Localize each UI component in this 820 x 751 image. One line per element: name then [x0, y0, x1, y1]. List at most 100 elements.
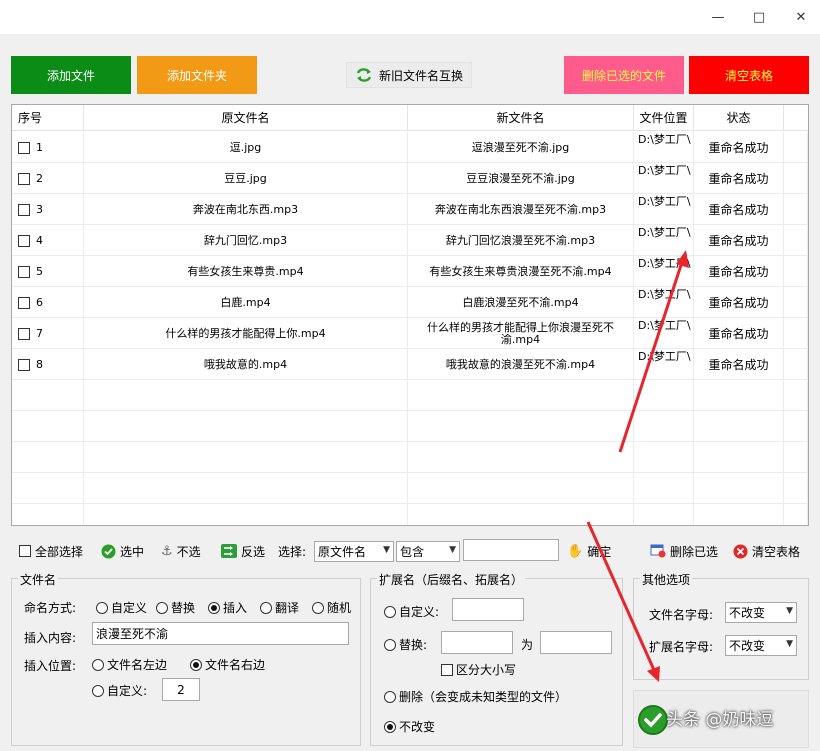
add-folder-button[interactable]: 添加文件夹: [137, 56, 257, 94]
mode-label-3: 翻译: [275, 601, 300, 615]
empty-cell: [408, 473, 634, 504]
row-index-cell[interactable]: 8: [12, 349, 84, 380]
table-row[interactable]: 2 豆豆.jpg 豆豆浪漫至死不渝.jpg D:\梦工厂\ 重命名成功: [12, 163, 808, 194]
ext-delete-radio[interactable]: 删除（会变成未知类型的文件）: [384, 688, 567, 705]
watermark: 头条 @奶味逗: [666, 710, 774, 730]
insert-content-input[interactable]: 浪漫至死不渝: [92, 622, 349, 645]
filename-group: 文件名 命名方式: 自定义 替换 插入 翻译 随机 插入内容: 浪漫至死不渝 插入位置:…: [11, 571, 361, 746]
ext-custom-radio[interactable]: 自定义:: [384, 603, 439, 620]
match-select[interactable]: 包含 ▼: [396, 541, 460, 562]
pos-custom-input[interactable]: 2: [162, 678, 200, 701]
location-cell: D:\梦工厂\: [634, 349, 694, 380]
table-row[interactable]: 6 白鹿.mp4 白鹿浪漫至死不渝.mp4 D:\梦工厂\ 重命名成功: [12, 287, 808, 318]
delete-selected-button[interactable]: 删除已选: [650, 540, 718, 562]
row-index-cell[interactable]: 3: [12, 194, 84, 225]
add-file-button[interactable]: 添加文件: [11, 56, 131, 94]
pos-left-radio[interactable]: 文件名左边: [92, 656, 167, 673]
close-button[interactable]: ✕: [786, 6, 816, 28]
field-select-value: 原文件名: [318, 545, 367, 559]
old-name-cell: 白鹿.mp4: [84, 287, 408, 318]
row-index: 3: [36, 202, 43, 216]
ext-replace-radio[interactable]: 替换:: [384, 636, 427, 653]
empty-cell: [694, 411, 784, 442]
minimize-icon: —: [711, 9, 725, 25]
confirm-label: 确定: [587, 544, 612, 559]
mode-radio-3[interactable]: 翻译: [260, 599, 299, 616]
clear-table-button[interactable]: 清空表格: [689, 56, 809, 94]
row-index-cell[interactable]: 7: [12, 318, 84, 349]
empty-cell: [784, 473, 808, 504]
file-table: 序号 原文件名 新文件名 文件位置 状态 1 逗.jpg 逗浪漫至死不渝.jpg D:…: [11, 104, 809, 526]
row-checkbox[interactable]: [18, 203, 30, 216]
row-index-cell[interactable]: 4: [12, 225, 84, 256]
ext-keep-radio[interactable]: 不改变: [384, 718, 435, 735]
mode-radio-2[interactable]: 插入: [208, 599, 247, 616]
confirm-button[interactable]: ✋ 确定: [567, 540, 611, 562]
swap-names-button[interactable]: 新旧文件名互换: [346, 62, 472, 88]
ext-custom-input[interactable]: [452, 598, 524, 621]
row-index-cell[interactable]: 5: [12, 256, 84, 287]
row-checkbox[interactable]: [18, 141, 30, 154]
select-all-checkbox[interactable]: 全部选择: [19, 540, 83, 562]
row-index-cell[interactable]: 2: [12, 163, 84, 194]
radio-icon: [384, 690, 396, 703]
clear-table-small-button[interactable]: 清空表格: [733, 540, 800, 562]
invert-button[interactable]: 反选: [221, 540, 265, 562]
selection-toolbar: 全部选择 选中 ⚓ 不选 反选 选择: 原文件名 ▼ 包含 ▼ ✋ 确定 删除已…: [0, 536, 820, 566]
check-circle-icon: [101, 544, 116, 558]
mode-radio-0[interactable]: 自定义: [96, 599, 147, 616]
field-select[interactable]: 原文件名 ▼: [314, 541, 394, 562]
location-cell: D:\梦工厂\: [634, 256, 694, 287]
header-location[interactable]: 文件位置: [634, 105, 694, 131]
delete-selected-label: 删除已选: [670, 544, 719, 559]
empty-table-row: [12, 380, 808, 411]
maximize-button[interactable]: □: [744, 6, 774, 28]
row-checkbox[interactable]: [18, 358, 30, 371]
old-name-cell: 豆豆.jpg: [84, 163, 408, 194]
row-checkbox[interactable]: [18, 327, 30, 340]
pos-left-label: 文件名左边: [107, 658, 168, 672]
row-checkbox[interactable]: [18, 265, 30, 278]
header-old-name[interactable]: 原文件名: [84, 105, 408, 131]
chevron-down-icon: ▼: [383, 545, 390, 555]
ext-keep-label: 不改变: [399, 720, 436, 734]
deselect-button[interactable]: ⚓ 不选: [161, 540, 201, 562]
table-row[interactable]: 7 什么样的男孩才能配得上你.mp4 什么样的男孩才能配得上你浪漫至死不渝.mp4 D…: [12, 318, 808, 349]
case-sensitive-checkbox[interactable]: 区分大小写: [441, 661, 516, 678]
table-row[interactable]: 4 辞九门回忆.mp3 辞九门回忆浪漫至死不渝.mp3 D:\梦工厂\ 重命名成功: [12, 225, 808, 256]
header-index[interactable]: 序号: [12, 105, 84, 131]
ext-replace-to-input[interactable]: [540, 631, 612, 654]
filename-case-select[interactable]: 不改变 ▼: [725, 602, 797, 623]
ext-case-select[interactable]: 不改变 ▼: [725, 635, 797, 656]
minimize-button[interactable]: —: [703, 6, 733, 28]
pos-right-radio[interactable]: 文件名右边: [190, 656, 265, 673]
table-row[interactable]: 3 奔波在南北东西.mp3 奔波在南北东西浪漫至死不渝.mp3 D:\梦工厂\ 重命名成…: [12, 194, 808, 225]
header-status[interactable]: 状态: [694, 105, 784, 131]
delete-selected-files-button[interactable]: 删除已选的文件: [564, 56, 684, 94]
row-index-cell[interactable]: 1: [12, 132, 84, 163]
filler-cell: [784, 256, 808, 287]
new-name-cell: 有些女孩生来尊贵浪漫至死不渝.mp4: [408, 256, 634, 287]
new-name-cell: 辞九门回忆浪漫至死不渝.mp3: [408, 225, 634, 256]
match-text-input[interactable]: [463, 539, 559, 561]
close-icon: ✕: [795, 9, 807, 25]
empty-cell: [784, 411, 808, 442]
row-checkbox[interactable]: [18, 172, 30, 185]
mode-radio-1[interactable]: 替换: [156, 599, 195, 616]
mode-label-2: 插入: [223, 601, 248, 615]
header-new-name[interactable]: 新文件名: [408, 105, 634, 131]
filename-group-title: 文件名: [18, 571, 59, 588]
row-checkbox[interactable]: [18, 296, 30, 309]
select-button[interactable]: 选中: [101, 540, 144, 562]
pos-custom-radio[interactable]: 自定义:: [92, 682, 147, 699]
table-row[interactable]: 5 有些女孩生来尊贵.mp4 有些女孩生来尊贵浪漫至死不渝.mp4 D:\梦工厂\ 重命…: [12, 256, 808, 287]
row-checkbox[interactable]: [18, 234, 30, 247]
chevron-down-icon: ▼: [786, 606, 793, 616]
row-index-cell[interactable]: 6: [12, 287, 84, 318]
table-row[interactable]: 8 哦我故意的.mp4 哦我故意的浪漫至死不渝.mp4 D:\梦工厂\ 重命名成功: [12, 349, 808, 380]
mode-radio-4[interactable]: 随机: [312, 599, 351, 616]
radio-checked-icon: [208, 601, 220, 614]
ext-replace-from-input[interactable]: [441, 631, 513, 654]
table-row[interactable]: 1 逗.jpg 逗浪漫至死不渝.jpg D:\梦工厂\ 重命名成功: [12, 132, 808, 163]
checkbox-icon: [441, 663, 453, 676]
